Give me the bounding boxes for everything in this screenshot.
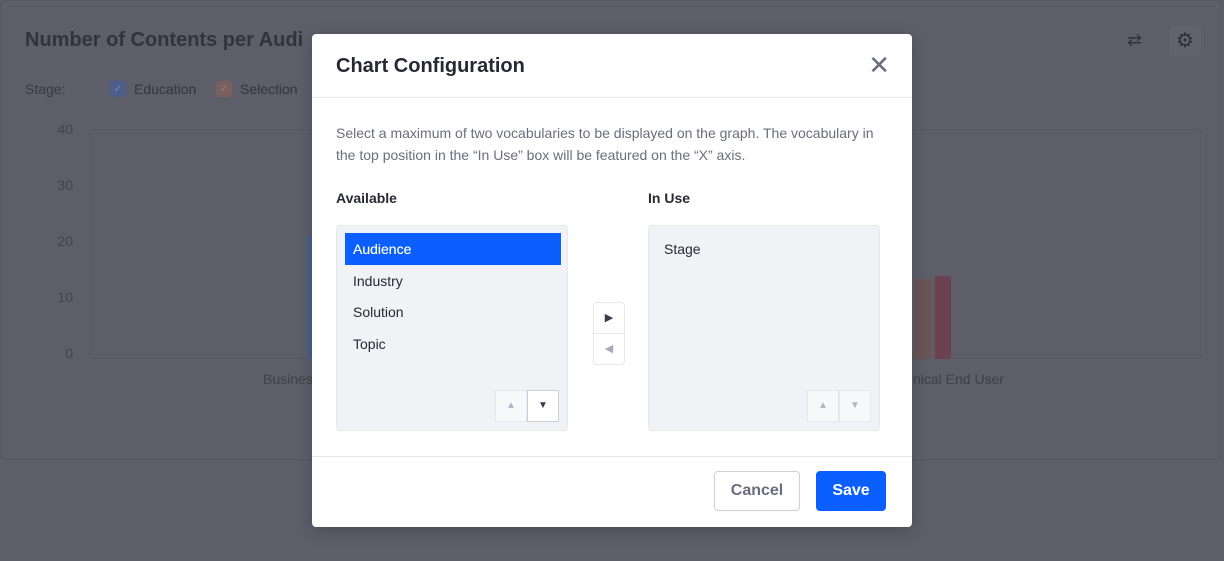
modal-header: Chart Configuration ✕ [312, 34, 912, 98]
save-button[interactable]: Save [816, 471, 886, 511]
checkbox-icon[interactable]: ✓ [110, 81, 126, 97]
bar-category: Busines [263, 371, 313, 387]
list-item-audience[interactable]: Audience Audience [345, 233, 561, 265]
list-item-stage[interactable]: Stage [656, 233, 872, 265]
transfer-buttons: ▶ ◀ [593, 302, 625, 365]
legend-selection[interactable]: ✓ Selection Selection [216, 81, 298, 97]
list-item-topic[interactable]: Topic [345, 328, 561, 360]
available-list[interactable]: Audience Audience Industry Solution Topi… [336, 225, 568, 431]
x-label: nical End User nical End User nical End … [913, 371, 1004, 387]
y-tick: 10 [57, 289, 73, 305]
in-use-label: In Use [648, 190, 691, 206]
chart-configuration-modal: Chart Configuration ✕ Select a maximum o… [312, 34, 912, 527]
bar [914, 278, 931, 359]
cancel-button[interactable]: Cancel [714, 471, 800, 511]
in-use-list[interactable]: Stage ▲ ▼ [648, 225, 880, 431]
series-name: Selection [240, 81, 298, 97]
move-down-icon[interactable]: ▼ [839, 390, 871, 422]
list-item-industry[interactable]: Industry [345, 265, 561, 297]
move-up-icon[interactable]: ▲ [807, 390, 839, 422]
chart-title: Number of Contents per Audi [25, 29, 304, 51]
close-icon[interactable]: ✕ [868, 52, 890, 78]
swap-icon[interactable]: ⇄ [1127, 30, 1142, 51]
modal-description: Select a maximum of two vocabularies to … [336, 125, 874, 163]
move-right-icon[interactable]: ▶ [594, 303, 624, 334]
bar-category: nical End User [913, 371, 1005, 387]
modal-title: Chart Configuration [336, 55, 525, 77]
move-up-icon[interactable]: ▲ [495, 390, 527, 422]
move-left-icon[interactable]: ◀ [594, 334, 624, 365]
legend-education[interactable]: ✓ Education Education [110, 81, 196, 97]
selected-item-label: Audience [353, 241, 412, 257]
move-down-icon[interactable]: ▼ [527, 390, 559, 422]
list-item-solution[interactable]: Solution [345, 296, 561, 328]
x-label: Busines Busines [263, 371, 313, 387]
bar [935, 275, 951, 359]
y-tick: 20 [57, 233, 73, 249]
gear-icon[interactable]: ⚙ [1169, 26, 1201, 56]
available-label: Available [336, 190, 397, 206]
legend-title: Stage: [25, 81, 66, 97]
checkbox-icon[interactable]: ✓ [216, 81, 232, 97]
y-tick: 30 [57, 177, 73, 193]
modal-footer-divider [312, 456, 912, 457]
y-tick: 40 [57, 121, 73, 137]
series-name: Education [134, 81, 197, 97]
y-tick: 0 [65, 345, 73, 361]
